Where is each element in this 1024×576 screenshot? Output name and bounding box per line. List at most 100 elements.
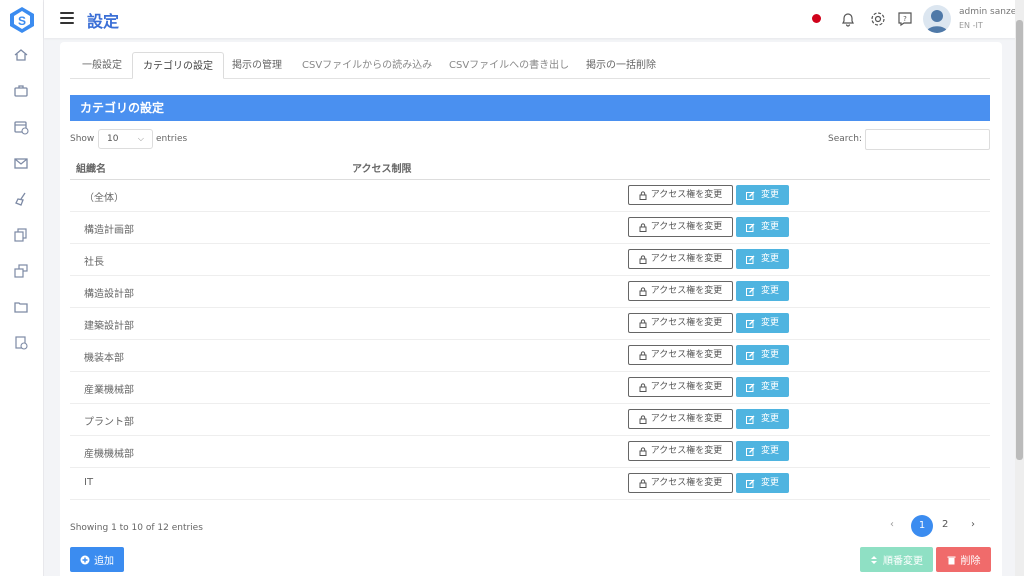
edit-label: 変更 [760, 254, 779, 264]
organization-name: 建築設計部 [84, 321, 134, 332]
table-row: 構造設計部 アクセス権を変更 変更 [70, 276, 990, 308]
tab-bulk-delete[interactable]: 掲示の一括削除 [576, 52, 666, 79]
organization-name: IT [84, 477, 94, 488]
stack-icon[interactable] [12, 262, 30, 280]
plus-circle-icon [80, 555, 90, 564]
edit-label: 変更 [760, 446, 779, 456]
column-header-access[interactable]: アクセス制限 [352, 160, 412, 175]
avatar[interactable] [923, 5, 951, 33]
table-row: 産機機械部 アクセス権を変更 変更 [70, 436, 990, 468]
lock-icon [639, 222, 647, 232]
edit-button[interactable]: 変更 [736, 217, 789, 237]
change-access-button[interactable]: アクセス権を変更 [628, 217, 733, 237]
documents-icon[interactable] [12, 226, 30, 244]
lock-icon [639, 286, 647, 296]
edit-icon [745, 191, 755, 200]
edit-button[interactable]: 変更 [736, 345, 789, 365]
tab-csv-import[interactable]: CSVファイルからの読み込み [292, 52, 442, 79]
edit-icon [745, 319, 755, 328]
tab-general[interactable]: 一般設定 [72, 52, 132, 79]
settings-tabs: 一般設定 カテゴリの設定 掲示の管理 CSVファイルからの読み込み CSVファイ… [70, 52, 990, 79]
calendar-icon[interactable] [12, 118, 30, 136]
table-row: IT アクセス権を変更 変更 [70, 468, 990, 500]
change-access-button[interactable]: アクセス権を変更 [628, 249, 733, 269]
home-icon[interactable] [12, 46, 30, 64]
edit-button[interactable]: 変更 [736, 377, 789, 397]
edit-button[interactable]: 変更 [736, 185, 789, 205]
change-access-button[interactable]: アクセス権を変更 [628, 345, 733, 365]
edit-icon [745, 351, 755, 360]
pagination-page-1[interactable]: 1 [911, 515, 933, 537]
add-button[interactable]: 追加 [70, 547, 124, 572]
scrollbar-thumb[interactable] [1016, 20, 1023, 460]
tab-csv-export[interactable]: CSVファイルへの書き出し [439, 52, 579, 79]
change-access-button[interactable]: アクセス権を変更 [628, 185, 733, 205]
table-row: 建築設計部 アクセス権を変更 変更 [70, 308, 990, 340]
edit-label: 変更 [760, 222, 779, 232]
edit-label: 変更 [760, 318, 779, 328]
column-header-organization[interactable]: 組織名 [76, 160, 106, 175]
search-input[interactable] [865, 129, 990, 150]
organization-name: 産機機械部 [84, 449, 134, 460]
tab-post-management[interactable]: 掲示の管理 [222, 52, 292, 79]
edit-icon [745, 415, 755, 424]
table-row: 産業機械部 アクセス権を変更 変更 [70, 372, 990, 404]
search-label: Search: [828, 134, 862, 144]
gear-icon[interactable] [869, 10, 887, 28]
page-size-select[interactable]: 10 ⌵ [98, 129, 153, 149]
change-access-button[interactable]: アクセス権を変更 [628, 377, 733, 397]
organization-name: （全体） [84, 193, 124, 204]
app-logo-icon[interactable]: S [9, 6, 35, 34]
change-access-label: アクセス権を変更 [650, 478, 723, 488]
organization-name: 機装本部 [84, 353, 124, 364]
edit-button[interactable]: 変更 [736, 313, 789, 333]
change-access-button[interactable]: アクセス権を変更 [628, 409, 733, 429]
change-access-button[interactable]: アクセス権を変更 [628, 281, 733, 301]
user-language: EN -IT [959, 21, 983, 30]
svg-text:?: ? [903, 15, 907, 23]
organization-name: 構造計画部 [84, 225, 134, 236]
briefcase-icon[interactable] [12, 82, 30, 100]
edit-button[interactable]: 変更 [736, 473, 789, 493]
broom-icon[interactable] [12, 190, 30, 208]
change-access-button[interactable]: アクセス権を変更 [628, 441, 733, 461]
change-access-label: アクセス権を変更 [650, 286, 723, 296]
help-icon[interactable]: ? [896, 10, 914, 28]
edit-button[interactable]: 変更 [736, 409, 789, 429]
delete-button[interactable]: 削除 [936, 547, 991, 572]
folder-icon[interactable] [12, 298, 30, 316]
change-access-label: アクセス権を変更 [650, 382, 723, 392]
change-access-label: アクセス権を変更 [650, 254, 723, 264]
edit-button[interactable]: 変更 [736, 281, 789, 301]
trash-icon [947, 556, 955, 564]
edit-icon [745, 383, 755, 392]
bell-icon[interactable] [839, 10, 857, 28]
status-dot [812, 14, 821, 23]
page-title: 設定 [87, 12, 120, 31]
top-bar: 設定 ? admin sanze EN -IT [44, 0, 1024, 38]
pagination-page-2[interactable]: 2 [942, 519, 948, 530]
menu-toggle-icon[interactable] [60, 12, 74, 24]
sort-arrows-icon [871, 555, 877, 564]
edit-label: 変更 [760, 286, 779, 296]
section-title: カテゴリの設定 [70, 95, 990, 121]
reorder-button[interactable]: 順番変更 [860, 547, 933, 572]
mail-icon[interactable] [12, 154, 30, 172]
edit-button[interactable]: 変更 [736, 441, 789, 461]
lock-icon [639, 318, 647, 328]
edit-icon [745, 287, 755, 296]
change-access-label: アクセス権を変更 [650, 350, 723, 360]
change-access-button[interactable]: アクセス権を変更 [628, 313, 733, 333]
organization-name: プラント部 [84, 417, 134, 428]
user-name[interactable]: admin sanze [959, 7, 1016, 17]
edit-icon [745, 479, 755, 488]
edit-button[interactable]: 変更 [736, 249, 789, 269]
pagination-prev[interactable]: ‹ [890, 519, 894, 530]
edit-label: 変更 [760, 382, 779, 392]
change-access-button[interactable]: アクセス権を変更 [628, 473, 733, 493]
pagination-next[interactable]: › [971, 519, 975, 530]
table-row: （全体） アクセス権を変更 変更 [70, 180, 990, 212]
tab-category-settings[interactable]: カテゴリの設定 [132, 52, 224, 79]
user-settings-icon[interactable] [12, 334, 30, 352]
scrollbar[interactable] [1015, 0, 1024, 576]
